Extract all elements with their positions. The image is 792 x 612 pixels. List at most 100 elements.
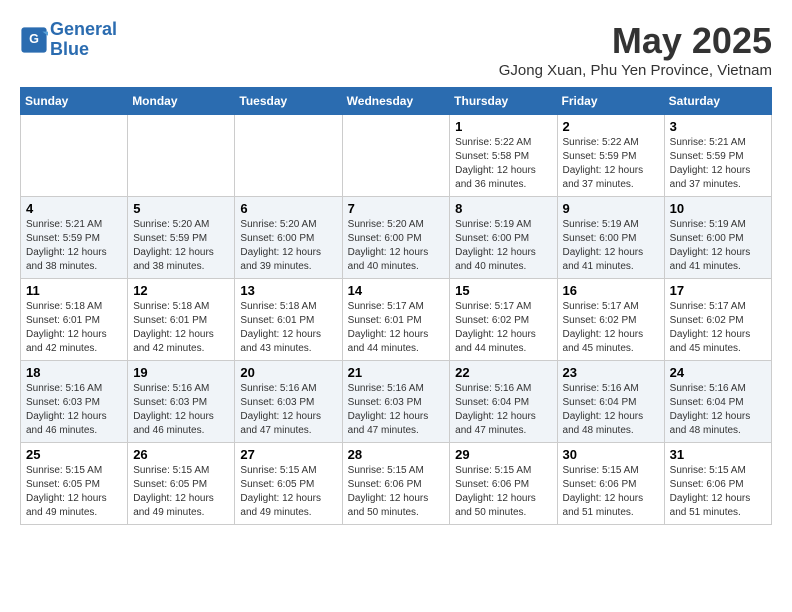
day-number: 5	[133, 201, 229, 216]
calendar-cell: 17 Sunrise: 5:17 AM Sunset: 6:02 PM Dayli…	[664, 279, 771, 361]
day-info: Sunrise: 5:16 AM Sunset: 6:04 PM Dayligh…	[670, 382, 766, 438]
calendar-cell: 22Sunrise: 5:16 AM Sunset: 6:04 PM Dayli…	[450, 361, 557, 443]
calendar-cell: 3 Sunrise: 5:21 AM Sunset: 5:59 PM Daylig…	[664, 115, 771, 197]
day-info: Sunrise: 5:15 AM Sunset: 6:05 PM Dayligh…	[133, 464, 229, 520]
day-number: 28	[348, 447, 445, 462]
logo: G General Blue	[20, 20, 117, 60]
day-number: 8	[455, 201, 551, 216]
calendar-cell	[342, 115, 450, 197]
calendar-cell: 9 Sunrise: 5:19 AM Sunset: 6:00 PM Daylig…	[557, 197, 664, 279]
day-number: 4	[26, 201, 122, 216]
day-info: Sunrise: 5:19 AM Sunset: 6:00 PM Dayligh…	[670, 218, 766, 274]
day-info: Sunrise: 5:17 AM Sunset: 6:02 PM Dayligh…	[563, 300, 659, 356]
day-number: 25	[26, 447, 122, 462]
day-info: Sunrise: 5:18 AM Sunset: 6:01 PM Dayligh…	[133, 300, 229, 356]
day-info: Sunrise: 5:17 AM Sunset: 6:01 PM Dayligh…	[348, 300, 445, 356]
calendar-cell: 30 Sunrise: 5:15 AM Sunset: 6:06 PM Dayli…	[557, 443, 664, 525]
day-info: Sunrise: 5:18 AM Sunset: 6:01 PM Dayligh…	[240, 300, 336, 356]
day-number: 12	[133, 283, 229, 298]
day-info: Sunrise: 5:16 AM Sunset: 6:03 PM Dayligh…	[26, 382, 122, 438]
calendar-cell	[21, 115, 128, 197]
header-cell-sunday: Sunday	[21, 88, 128, 115]
logo-text: General Blue	[50, 20, 117, 60]
calendar-cell: 1 Sunrise: 5:22 AM Sunset: 5:58 PM Daylig…	[450, 115, 557, 197]
day-info: Sunrise: 5:16 AM Sunset: 6:03 PM Dayligh…	[240, 382, 336, 438]
day-number: 3	[670, 119, 766, 134]
day-info: Sunrise: 5:20 AM Sunset: 6:00 PM Dayligh…	[348, 218, 445, 274]
calendar-body: 1 Sunrise: 5:22 AM Sunset: 5:58 PM Daylig…	[21, 115, 772, 525]
calendar-week-4: 18Sunrise: 5:16 AM Sunset: 6:03 PM Dayli…	[21, 361, 772, 443]
day-number: 20	[240, 365, 336, 380]
calendar-week-1: 1 Sunrise: 5:22 AM Sunset: 5:58 PM Daylig…	[21, 115, 772, 197]
day-number: 17	[670, 283, 766, 298]
calendar-cell: 20 Sunrise: 5:16 AM Sunset: 6:03 PM Dayli…	[235, 361, 342, 443]
day-number: 7	[348, 201, 445, 216]
day-info: Sunrise: 5:16 AM Sunset: 6:04 PM Dayligh…	[455, 382, 551, 438]
day-info: Sunrise: 5:15 AM Sunset: 6:06 PM Dayligh…	[348, 464, 445, 520]
day-info: Sunrise: 5:20 AM Sunset: 5:59 PM Dayligh…	[133, 218, 229, 274]
day-info: Sunrise: 5:22 AM Sunset: 5:58 PM Dayligh…	[455, 136, 551, 192]
day-info: Sunrise: 5:15 AM Sunset: 6:06 PM Dayligh…	[670, 464, 766, 520]
day-info: Sunrise: 5:18 AM Sunset: 6:01 PM Dayligh…	[26, 300, 122, 356]
day-number: 29	[455, 447, 551, 462]
calendar-cell: 8Sunrise: 5:19 AM Sunset: 6:00 PM Daylig…	[450, 197, 557, 279]
calendar-cell: 16 Sunrise: 5:17 AM Sunset: 6:02 PM Dayli…	[557, 279, 664, 361]
day-number: 26	[133, 447, 229, 462]
calendar-cell: 13 Sunrise: 5:18 AM Sunset: 6:01 PM Dayli…	[235, 279, 342, 361]
calendar-cell: 4 Sunrise: 5:21 AM Sunset: 5:59 PM Daylig…	[21, 197, 128, 279]
header: G General Blue May 2025 GJong Xuan, Phu …	[20, 20, 772, 79]
logo-line1: General	[50, 19, 117, 39]
day-number: 11	[26, 283, 122, 298]
day-info: Sunrise: 5:22 AM Sunset: 5:59 PM Dayligh…	[563, 136, 659, 192]
calendar-cell: 15Sunrise: 5:17 AM Sunset: 6:02 PM Dayli…	[450, 279, 557, 361]
day-info: Sunrise: 5:15 AM Sunset: 6:06 PM Dayligh…	[455, 464, 551, 520]
day-number: 9	[563, 201, 659, 216]
header-row: SundayMondayTuesdayWednesdayThursdayFrid…	[21, 88, 772, 115]
day-info: Sunrise: 5:21 AM Sunset: 5:59 PM Dayligh…	[26, 218, 122, 274]
title-block: May 2025 GJong Xuan, Phu Yen Province, V…	[499, 20, 772, 79]
day-number: 2	[563, 119, 659, 134]
header-cell-monday: Monday	[128, 88, 235, 115]
day-number: 10	[670, 201, 766, 216]
day-number: 23	[563, 365, 659, 380]
day-number: 16	[563, 283, 659, 298]
calendar-week-5: 25 Sunrise: 5:15 AM Sunset: 6:05 PM Dayli…	[21, 443, 772, 525]
calendar-cell: 10 Sunrise: 5:19 AM Sunset: 6:00 PM Dayli…	[664, 197, 771, 279]
day-number: 15	[455, 283, 551, 298]
day-info: Sunrise: 5:15 AM Sunset: 6:05 PM Dayligh…	[26, 464, 122, 520]
day-number: 13	[240, 283, 336, 298]
day-info: Sunrise: 5:16 AM Sunset: 6:04 PM Dayligh…	[563, 382, 659, 438]
day-number: 30	[563, 447, 659, 462]
day-number: 19	[133, 365, 229, 380]
calendar-cell: 2 Sunrise: 5:22 AM Sunset: 5:59 PM Daylig…	[557, 115, 664, 197]
day-number: 6	[240, 201, 336, 216]
header-cell-thursday: Thursday	[450, 88, 557, 115]
calendar-cell: 27Sunrise: 5:15 AM Sunset: 6:05 PM Dayli…	[235, 443, 342, 525]
logo-icon: G	[20, 26, 48, 54]
calendar-cell: 5 Sunrise: 5:20 AM Sunset: 5:59 PM Daylig…	[128, 197, 235, 279]
header-cell-friday: Friday	[557, 88, 664, 115]
day-info: Sunrise: 5:15 AM Sunset: 6:06 PM Dayligh…	[563, 464, 659, 520]
main-title: May 2025	[499, 20, 772, 62]
calendar-week-2: 4 Sunrise: 5:21 AM Sunset: 5:59 PM Daylig…	[21, 197, 772, 279]
day-info: Sunrise: 5:19 AM Sunset: 6:00 PM Dayligh…	[563, 218, 659, 274]
day-info: Sunrise: 5:15 AM Sunset: 6:05 PM Dayligh…	[240, 464, 336, 520]
calendar-cell: 25 Sunrise: 5:15 AM Sunset: 6:05 PM Dayli…	[21, 443, 128, 525]
day-info: Sunrise: 5:16 AM Sunset: 6:03 PM Dayligh…	[348, 382, 445, 438]
calendar-cell: 19 Sunrise: 5:16 AM Sunset: 6:03 PM Dayli…	[128, 361, 235, 443]
calendar-cell: 12 Sunrise: 5:18 AM Sunset: 6:01 PM Dayli…	[128, 279, 235, 361]
calendar-cell: 7 Sunrise: 5:20 AM Sunset: 6:00 PM Daylig…	[342, 197, 450, 279]
day-info: Sunrise: 5:21 AM Sunset: 5:59 PM Dayligh…	[670, 136, 766, 192]
day-number: 1	[455, 119, 551, 134]
header-cell-wednesday: Wednesday	[342, 88, 450, 115]
day-info: Sunrise: 5:20 AM Sunset: 6:00 PM Dayligh…	[240, 218, 336, 274]
calendar-header: SundayMondayTuesdayWednesdayThursdayFrid…	[21, 88, 772, 115]
calendar-cell	[128, 115, 235, 197]
day-number: 21	[348, 365, 445, 380]
header-cell-saturday: Saturday	[664, 88, 771, 115]
day-info: Sunrise: 5:17 AM Sunset: 6:02 PM Dayligh…	[670, 300, 766, 356]
day-info: Sunrise: 5:16 AM Sunset: 6:03 PM Dayligh…	[133, 382, 229, 438]
logo-line2: Blue	[50, 39, 89, 59]
day-number: 24	[670, 365, 766, 380]
day-number: 31	[670, 447, 766, 462]
